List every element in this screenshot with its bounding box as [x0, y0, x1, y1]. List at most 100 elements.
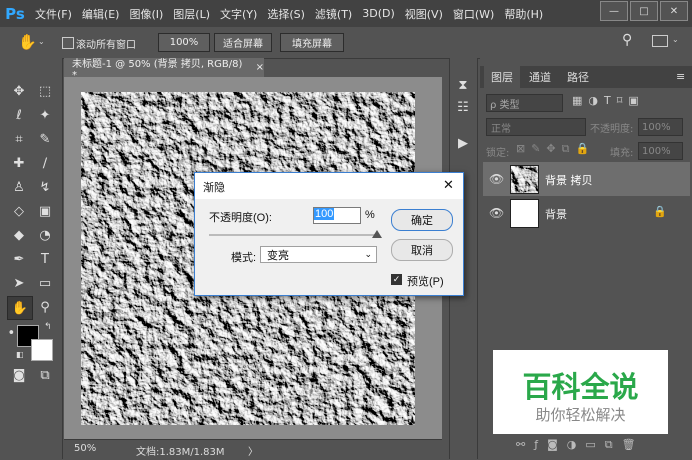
visibility-eye-icon[interactable]: 👁 — [489, 172, 504, 186]
eraser-tool-icon[interactable]: ◇ — [10, 202, 28, 220]
healing-brush-icon[interactable]: ✚ — [10, 154, 28, 172]
mode-select[interactable]: 变亮 ⌄ — [260, 246, 377, 263]
menu-filter[interactable]: 滤镜(T) — [310, 6, 357, 22]
zoom-tool-icon[interactable]: ⚲ — [36, 298, 54, 316]
restore-button[interactable]: □ — [630, 1, 658, 21]
background-color-swatch[interactable] — [31, 339, 53, 361]
pen-tool-icon[interactable]: ✒ — [10, 250, 28, 268]
mode-label: 模式: — [231, 252, 257, 264]
layer-row[interactable]: 👁 背景 🔒 — [483, 196, 690, 230]
properties-panel-icon[interactable]: ☷ — [454, 98, 472, 116]
status-bar: 50% 文档:1.83M/1.83M 〉 — [64, 439, 442, 460]
watermark: 百科全说 助你轻松解决 — [493, 350, 668, 434]
blur-tool-icon[interactable]: ◆ — [10, 226, 28, 244]
layer-name: 背景 拷贝 — [545, 174, 593, 187]
close-button[interactable]: ✕ — [660, 1, 688, 21]
menu-3d[interactable]: 3D(D) — [357, 7, 400, 20]
dialog-title: 渐隐 — [203, 182, 225, 194]
menu-image[interactable]: 图像(I) — [124, 6, 168, 22]
close-icon[interactable]: ✕ — [443, 177, 454, 193]
watermark-subtitle: 助你轻松解决 — [535, 406, 626, 424]
menu-select[interactable]: 选择(S) — [262, 6, 310, 22]
menu-help[interactable]: 帮助(H) — [499, 6, 548, 22]
tab-layers[interactable]: 图层 — [484, 66, 520, 88]
scroll-all-checkbox[interactable] — [62, 37, 74, 49]
layer-actions-icons[interactable]: ⚯ƒ◙◑▭⧉🗑 — [516, 438, 645, 452]
dodge-tool-icon[interactable]: ◔ — [36, 226, 54, 244]
eyedropper-icon[interactable]: ✎ — [36, 130, 54, 148]
tab-channels[interactable]: 通道 — [522, 66, 558, 88]
layer-thumbnail — [510, 199, 539, 228]
magic-wand-icon[interactable]: ✦ — [36, 106, 54, 124]
menu-type[interactable]: 文字(Y) — [215, 6, 262, 22]
mode-value: 变亮 — [267, 249, 289, 262]
gradient-tool-icon[interactable]: ▣ — [36, 202, 54, 220]
panel-menu-icon[interactable]: ≡ — [676, 70, 685, 83]
document-tab[interactable]: 未标题-1 @ 50% (背景 拷贝, RGB/8) * × — [64, 58, 264, 81]
close-tab-icon[interactable]: × — [256, 62, 264, 73]
zoom-100-button[interactable]: 100% — [158, 33, 210, 52]
search-icon[interactable]: ⚲ — [622, 32, 632, 48]
ok-button[interactable]: 确定 — [391, 209, 453, 231]
visibility-eye-icon[interactable]: 👁 — [489, 206, 504, 220]
menu-view[interactable]: 视图(V) — [400, 6, 448, 22]
document-size: 文档:1.83M/1.83M — [136, 447, 225, 458]
menu-layer[interactable]: 图层(L) — [168, 6, 215, 22]
minimize-button[interactable]: — — [600, 1, 628, 21]
chevron-down-icon[interactable]: ⌄ — [38, 37, 45, 46]
lock-icons[interactable]: ⊠✎✥⧉🔒 — [516, 142, 595, 156]
layer-filter-select[interactable]: ρ 类型 — [486, 94, 563, 112]
crop-tool-icon[interactable]: ⌗ — [10, 130, 28, 148]
blend-mode-select[interactable]: 正常 — [486, 118, 586, 136]
chevron-down-icon: ⌄ — [364, 249, 372, 259]
path-selection-icon[interactable]: ➤ — [10, 274, 28, 292]
type-tool-icon[interactable]: T — [36, 250, 54, 268]
default-colors-icon[interactable]: ◧ — [16, 350, 24, 359]
lasso-tool-icon[interactable]: ℓ — [10, 106, 28, 124]
lock-icon: 🔒 — [653, 205, 667, 218]
lock-label: 锁定: — [486, 148, 510, 159]
opacity-slider-thumb[interactable] — [372, 230, 382, 238]
history-panel-icon[interactable]: ⧗ — [454, 76, 472, 94]
percent-sign: % — [365, 209, 375, 221]
fill-screen-button[interactable]: 填充屏幕 — [280, 33, 344, 52]
menu-window[interactable]: 窗口(W) — [448, 6, 499, 22]
move-tool-icon[interactable]: ✥ — [10, 82, 28, 100]
fill-label: 填充: — [610, 148, 634, 159]
opacity-input[interactable]: 100% — [638, 118, 683, 136]
layer-filter-icons[interactable]: ▦◑T⌑▣ — [572, 94, 645, 107]
menu-edit[interactable]: 编辑(E) — [77, 6, 125, 22]
actions-play-icon[interactable]: ▶ — [454, 134, 472, 152]
fit-screen-button[interactable]: 适合屏幕 — [214, 33, 272, 52]
rectangle-tool-icon[interactable]: ▭ — [36, 274, 54, 292]
tab-paths[interactable]: 路径 — [560, 66, 596, 88]
preview-label: 预览(P) — [407, 276, 444, 288]
status-menu-arrow-icon[interactable]: 〉 — [248, 443, 258, 458]
workspace-icon[interactable] — [652, 35, 668, 47]
layer-row[interactable]: 👁 背景 拷贝 — [483, 162, 690, 196]
window-controls: — □ ✕ — [600, 1, 688, 21]
screen-mode-icon[interactable]: ⧉ — [36, 366, 54, 384]
hand-tool-icon[interactable]: ✋ — [18, 33, 37, 51]
dialog-title-bar[interactable]: 渐隐 ✕ — [195, 173, 463, 199]
opacity-input[interactable]: 100 — [313, 207, 361, 224]
zoom-level[interactable]: 50% — [74, 443, 96, 454]
watermark-title: 百科全说 — [522, 370, 639, 404]
hand-tool-icon[interactable]: ✋ — [7, 296, 33, 320]
clone-stamp-icon[interactable]: ♙ — [10, 178, 28, 196]
marquee-tool-icon[interactable]: ⬚ — [36, 82, 54, 100]
layer-thumbnail — [510, 165, 539, 194]
menu-bar: Ps 文件(F) 编辑(E) 图像(I) 图层(L) 文字(Y) 选择(S) 滤… — [0, 0, 692, 27]
workspace-chevron-icon[interactable]: ⌄ — [672, 35, 679, 44]
opacity-label: 不透明度(O): — [209, 212, 272, 224]
preview-checkbox[interactable]: ✓ — [391, 274, 402, 285]
fill-input[interactable]: 100% — [638, 142, 683, 160]
swap-colors-icon[interactable]: ↰ — [44, 322, 52, 332]
opacity-slider-track[interactable] — [209, 234, 377, 236]
scroll-all-label: 滚动所有窗口 — [76, 40, 136, 51]
history-brush-icon[interactable]: ↯ — [36, 178, 54, 196]
brush-tool-icon[interactable]: ∕ — [36, 154, 54, 172]
quick-mask-icon[interactable]: ◙ — [10, 366, 28, 384]
cancel-button[interactable]: 取消 — [391, 239, 453, 261]
menu-file[interactable]: 文件(F) — [30, 6, 77, 22]
